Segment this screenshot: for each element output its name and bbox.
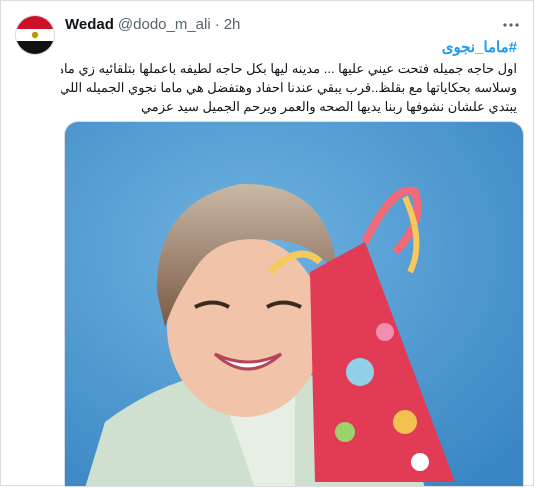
photo-illustration — [65, 122, 523, 486]
author-avatar[interactable] — [15, 15, 55, 55]
separator-dot: · — [214, 15, 220, 33]
author-name[interactable]: Wedad — [65, 16, 114, 33]
tweet-text-line: يبتدي علشان نشوفها ربنا يديها الصحه والع… — [140, 99, 517, 114]
egypt-flag-icon — [16, 16, 54, 54]
tweet-header: Wedad @dodo_m_ali · 2h — [65, 13, 493, 35]
tweet-text: اول حاجه جميله فتحت عيني عليها ... مدينه… — [61, 59, 517, 116]
tweet-time[interactable]: 2h — [224, 16, 241, 33]
tweet-media-image[interactable] — [64, 121, 524, 487]
author-handle[interactable]: @dodo_m_ali — [118, 16, 211, 33]
tweet-text-line: وسلاسه بحكاياتها مع بقلظ..قرب يبقي عندنا… — [61, 80, 517, 95]
hashtag-link[interactable]: #ماما_نجوى — [442, 38, 517, 56]
tweet-text-line: اول حاجه جميله فتحت عيني عليها ... مدينه… — [61, 61, 517, 76]
tweet-card[interactable]: Wedad @dodo_m_ali · 2h #ماما_نجوى اول حا… — [0, 0, 534, 487]
more-options-icon[interactable] — [499, 13, 523, 37]
